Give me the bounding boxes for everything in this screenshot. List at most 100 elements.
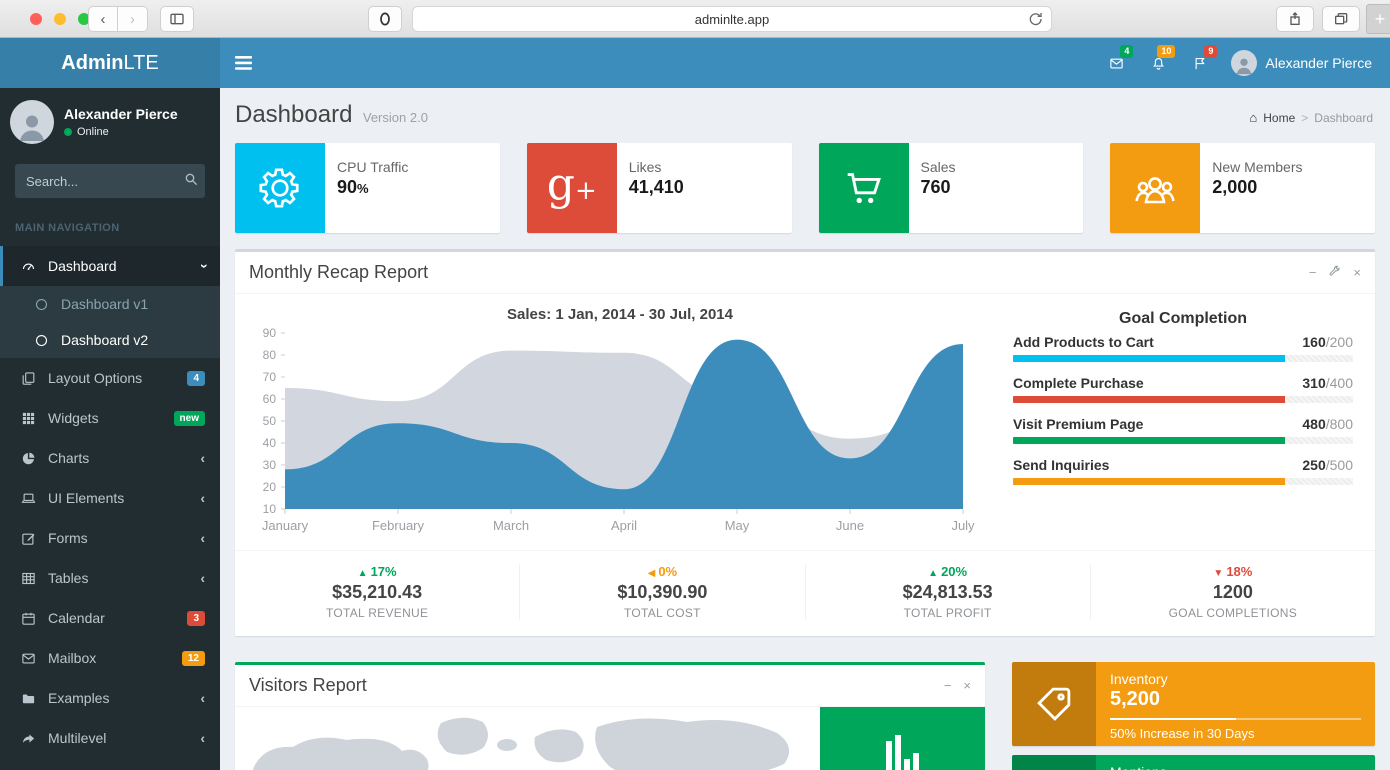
info-box-label: Likes bbox=[629, 159, 684, 175]
recap-box-header: Monthly Recap Report − × bbox=[235, 252, 1375, 293]
back-button[interactable]: ‹ bbox=[88, 6, 118, 32]
sidebar-item-label: Mailbox bbox=[48, 650, 96, 666]
svg-text:50: 50 bbox=[263, 414, 277, 428]
new-tab-button[interactable]: + bbox=[1366, 4, 1390, 34]
sidebar-item-widgets[interactable]: Widgetsnew bbox=[0, 398, 220, 438]
visitors-box-title: Visitors Report bbox=[249, 675, 367, 696]
search-icon[interactable] bbox=[183, 171, 199, 187]
svg-text:60: 60 bbox=[263, 392, 277, 406]
stat-label: GOAL COMPLETIONS bbox=[1091, 606, 1375, 620]
visitors-box-header: Visitors Report − × bbox=[235, 665, 985, 706]
box-tools: − × bbox=[944, 678, 971, 693]
badge: 3 bbox=[187, 611, 205, 626]
sidebar-item-forms[interactable]: Forms‹ bbox=[0, 518, 220, 558]
sidebar-item-examples[interactable]: Examples‹ bbox=[0, 678, 220, 718]
sidebar-item-charts[interactable]: Charts‹ bbox=[0, 438, 220, 478]
sidebar-submenu: Dashboard v1 Dashboard v2 bbox=[0, 286, 220, 358]
chevron-left-icon: ‹ bbox=[200, 690, 205, 706]
search-input[interactable] bbox=[15, 164, 205, 198]
svg-text:20: 20 bbox=[263, 480, 277, 494]
info-box-value: 90% bbox=[337, 177, 408, 198]
goal-completion-panel: Goal Completion Add Products to Cart 160… bbox=[1003, 294, 1375, 550]
user-menu[interactable]: Alexander Pierce bbox=[1221, 38, 1382, 88]
page-title: Dashboard bbox=[235, 101, 352, 128]
info-box-sales: Sales 760 bbox=[819, 143, 1084, 233]
stat-total-profit: ▲20% $24,813.53 TOTAL PROFIT bbox=[806, 564, 1091, 620]
breadcrumb-home[interactable]: Home bbox=[1263, 111, 1295, 125]
sidebar-item-label: Calendar bbox=[48, 610, 105, 626]
notification-bell[interactable]: 10 bbox=[1137, 38, 1179, 88]
minimize-window-button[interactable] bbox=[54, 13, 66, 25]
sidebar-item-label: Dashboard v2 bbox=[61, 332, 148, 348]
extension-button[interactable] bbox=[368, 6, 402, 32]
goal-visit-premium-page: Visit Premium Page 480/800 bbox=[1013, 416, 1353, 444]
chart-title: Sales: 1 Jan, 2014 - 30 Jul, 2014 bbox=[247, 306, 993, 323]
goal-value: 310/400 bbox=[1302, 375, 1353, 391]
close-icon[interactable]: × bbox=[963, 678, 971, 693]
caret-left-icon: ◀ bbox=[648, 568, 656, 579]
svg-text:June: June bbox=[836, 518, 864, 533]
reload-icon[interactable] bbox=[1027, 11, 1043, 27]
sidebar-collapse-button[interactable] bbox=[220, 38, 266, 88]
recap-footer-stats: ▲17% $35,210.43 TOTAL REVENUE ◀0% $10,39… bbox=[235, 550, 1375, 636]
collapse-icon[interactable]: − bbox=[1309, 265, 1317, 280]
inventory-description: 50% Increase in 30 Days bbox=[1110, 726, 1361, 741]
goal-value: 160/200 bbox=[1302, 334, 1353, 350]
stat-label: TOTAL PROFIT bbox=[806, 606, 1090, 620]
sidebar-item-multilevel[interactable]: Multilevel‹ bbox=[0, 718, 220, 758]
stat-label: TOTAL REVENUE bbox=[235, 606, 519, 620]
share-button[interactable] bbox=[1276, 6, 1314, 32]
close-window-button[interactable] bbox=[30, 13, 42, 25]
info-box-new-members: New Members 2,000 bbox=[1110, 143, 1375, 233]
info-box-label: CPU Traffic bbox=[337, 159, 408, 175]
window-controls[interactable] bbox=[30, 13, 90, 25]
url-text: adminlte.app bbox=[413, 12, 1051, 27]
sidebar-toggle-button[interactable] bbox=[160, 6, 194, 32]
chevron-down-icon: ‹ bbox=[195, 264, 211, 269]
wrench-icon[interactable] bbox=[1328, 265, 1341, 280]
notification-flag[interactable]: 9 bbox=[1179, 38, 1221, 88]
inventory-progress bbox=[1110, 718, 1361, 720]
sidebar-item-tables[interactable]: Tables‹ bbox=[0, 558, 220, 598]
sidebar-item-dashboard-v2[interactable]: Dashboard v2 bbox=[0, 322, 220, 358]
user-status[interactable]: Online bbox=[64, 126, 178, 138]
chevron-left-icon: ‹ bbox=[200, 530, 205, 546]
circle-icon bbox=[31, 333, 51, 348]
stat-total-revenue: ▲17% $35,210.43 TOTAL REVENUE bbox=[235, 564, 520, 620]
close-icon[interactable]: × bbox=[1353, 265, 1361, 280]
caret-down-icon: ▼ bbox=[1213, 568, 1223, 579]
info-box-row: CPU Traffic 90% g+ Likes 41,410 Sales 76… bbox=[235, 143, 1375, 233]
sidebar-item-ui-elements[interactable]: UI Elements‹ bbox=[0, 478, 220, 518]
sidebar-item-label: Multilevel bbox=[48, 730, 106, 746]
goal-value: 250/500 bbox=[1302, 457, 1353, 473]
share-icon bbox=[1287, 11, 1303, 27]
notification-envelope[interactable]: 4 bbox=[1095, 38, 1137, 88]
sales-chart-panel: Sales: 1 Jan, 2014 - 30 Jul, 2014 102030… bbox=[235, 294, 1003, 550]
sidebar-item-dashboard[interactable]: Dashboard‹ bbox=[0, 246, 220, 286]
sidebar-item-dashboard-v1[interactable]: Dashboard v1 bbox=[0, 286, 220, 322]
content-header: Dashboard Version 2.0 ⌂ Home > Dashboard bbox=[235, 88, 1375, 139]
sidebar-item-calendar[interactable]: Calendar 3 bbox=[0, 598, 220, 638]
svg-text:July: July bbox=[951, 518, 975, 533]
forward-button[interactable]: › bbox=[118, 6, 148, 32]
svg-text:90: 90 bbox=[263, 326, 277, 340]
sidebar-item-layout-options[interactable]: Layout Options4 bbox=[0, 358, 220, 398]
info-box-label: New Members bbox=[1212, 159, 1302, 175]
inventory-box: Inventory 5,200 50% Increase in 30 Days bbox=[1012, 662, 1375, 746]
box-tools: − × bbox=[1309, 265, 1361, 280]
badge: new bbox=[174, 411, 205, 426]
world-map[interactable] bbox=[235, 707, 820, 770]
app-logo[interactable]: AdminLTE bbox=[0, 38, 220, 88]
collapse-icon[interactable]: − bbox=[944, 678, 952, 693]
address-bar[interactable]: adminlte.app bbox=[412, 6, 1052, 32]
header-user-name: Alexander Pierce bbox=[1265, 55, 1372, 71]
tab-overview-button[interactable] bbox=[1322, 6, 1360, 32]
logo-bold: Admin bbox=[61, 52, 123, 75]
cart-icon bbox=[819, 143, 909, 233]
home-icon: ⌂ bbox=[1249, 110, 1257, 125]
breadcrumb-current: Dashboard bbox=[1314, 111, 1373, 125]
inventory-label: Inventory bbox=[1110, 671, 1361, 687]
logo-light: LTE bbox=[124, 52, 159, 75]
sidebar-item-mailbox[interactable]: Mailbox12 bbox=[0, 638, 220, 678]
main-sidebar: Alexander Pierce Online MAIN NAVIGATION … bbox=[0, 88, 220, 770]
